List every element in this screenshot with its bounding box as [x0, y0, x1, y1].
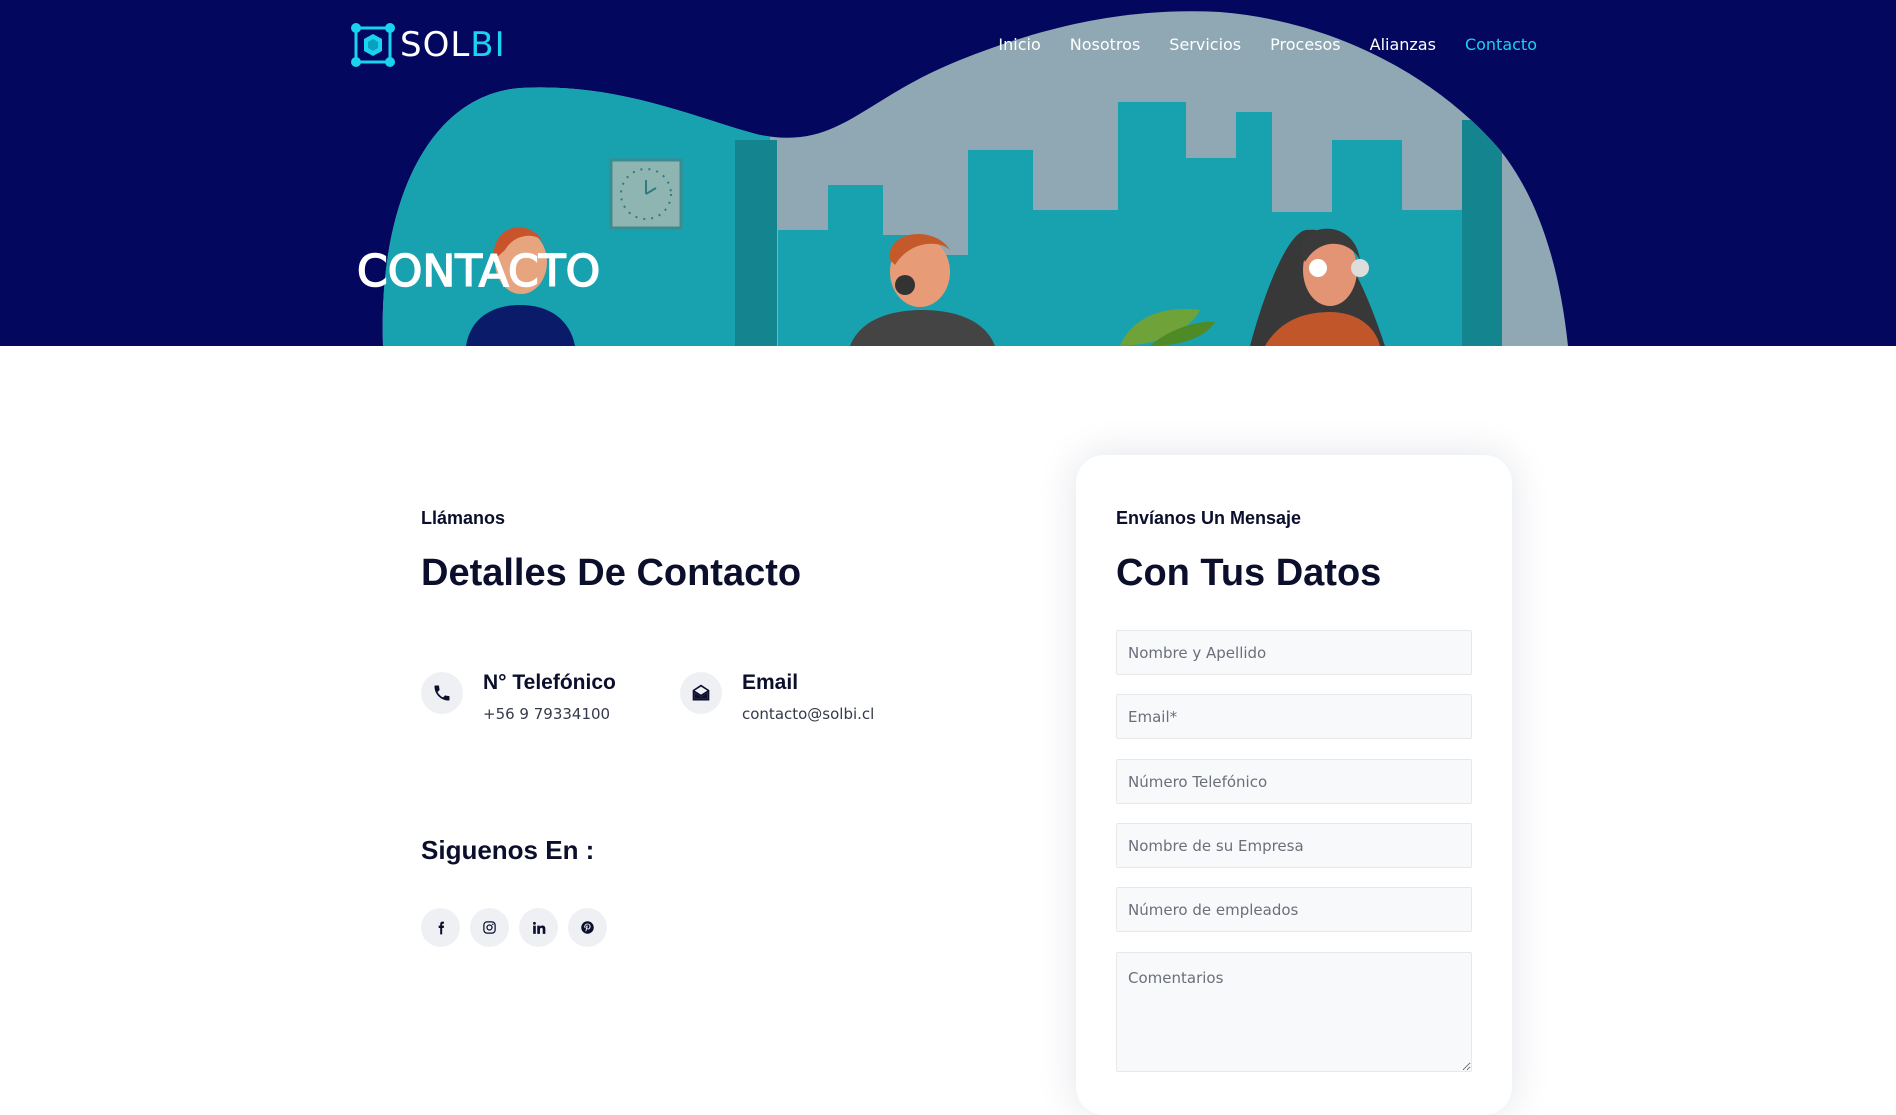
- nav-link-nosotros[interactable]: Nosotros: [1070, 35, 1141, 54]
- phone-value[interactable]: +56 9 79334100: [483, 705, 616, 723]
- logo-cube-icon: [351, 23, 395, 67]
- comments-field[interactable]: [1116, 952, 1472, 1072]
- contact-form-card: Envíanos Un Mensaje Con Tus Datos: [1076, 455, 1512, 1115]
- pinterest-icon[interactable]: [568, 908, 607, 947]
- nav-link-contacto[interactable]: Contacto: [1465, 35, 1537, 54]
- nav-link-alianzas[interactable]: Alianzas: [1370, 35, 1436, 54]
- page-title: CONTACTO: [356, 245, 601, 298]
- email-label: Email: [742, 671, 799, 694]
- envelope-open-icon: [680, 672, 722, 714]
- nav-link-servicios[interactable]: Servicios: [1169, 35, 1241, 54]
- logo-wordmark: SOLBI: [400, 28, 506, 62]
- facebook-icon[interactable]: [421, 908, 460, 947]
- form-eyebrow: Envíanos Un Mensaje: [1116, 508, 1302, 528]
- phone-label: N° Telefónico: [483, 671, 616, 694]
- email-value[interactable]: contacto@solbi.cl: [742, 705, 874, 723]
- form-title: Con Tus Datos: [1116, 552, 1382, 594]
- employees-field[interactable]: [1116, 887, 1472, 932]
- follow-us-title: Siguenos En :: [421, 835, 595, 865]
- phone-icon: [421, 672, 463, 714]
- logo-text-sol: SOL: [400, 25, 471, 65]
- phone-field[interactable]: [1116, 759, 1472, 804]
- email-info: Email contacto@solbi.cl: [680, 670, 874, 723]
- company-field[interactable]: [1116, 823, 1472, 868]
- contact-eyebrow: Llámanos: [421, 508, 506, 528]
- hero-banner: SOLBI Inicio Nosotros Servicios Procesos…: [0, 0, 1896, 346]
- top-navigation-bar: SOLBI Inicio Nosotros Servicios Procesos…: [0, 0, 1896, 92]
- email-field[interactable]: [1116, 694, 1472, 739]
- name-field[interactable]: [1116, 630, 1472, 675]
- contact-title: Detalles De Contacto: [421, 552, 802, 594]
- logo-text-bi: BI: [470, 25, 506, 65]
- main-nav: Inicio Nosotros Servicios Procesos Alian…: [998, 35, 1537, 54]
- instagram-icon[interactable]: [470, 908, 509, 947]
- linkedin-icon[interactable]: [519, 908, 558, 947]
- phone-info: N° Telefónico +56 9 79334100: [421, 670, 616, 723]
- nav-link-inicio[interactable]: Inicio: [998, 35, 1040, 54]
- social-links: [421, 908, 607, 947]
- solbi-logo[interactable]: SOLBI: [350, 22, 506, 68]
- nav-link-procesos[interactable]: Procesos: [1270, 35, 1340, 54]
